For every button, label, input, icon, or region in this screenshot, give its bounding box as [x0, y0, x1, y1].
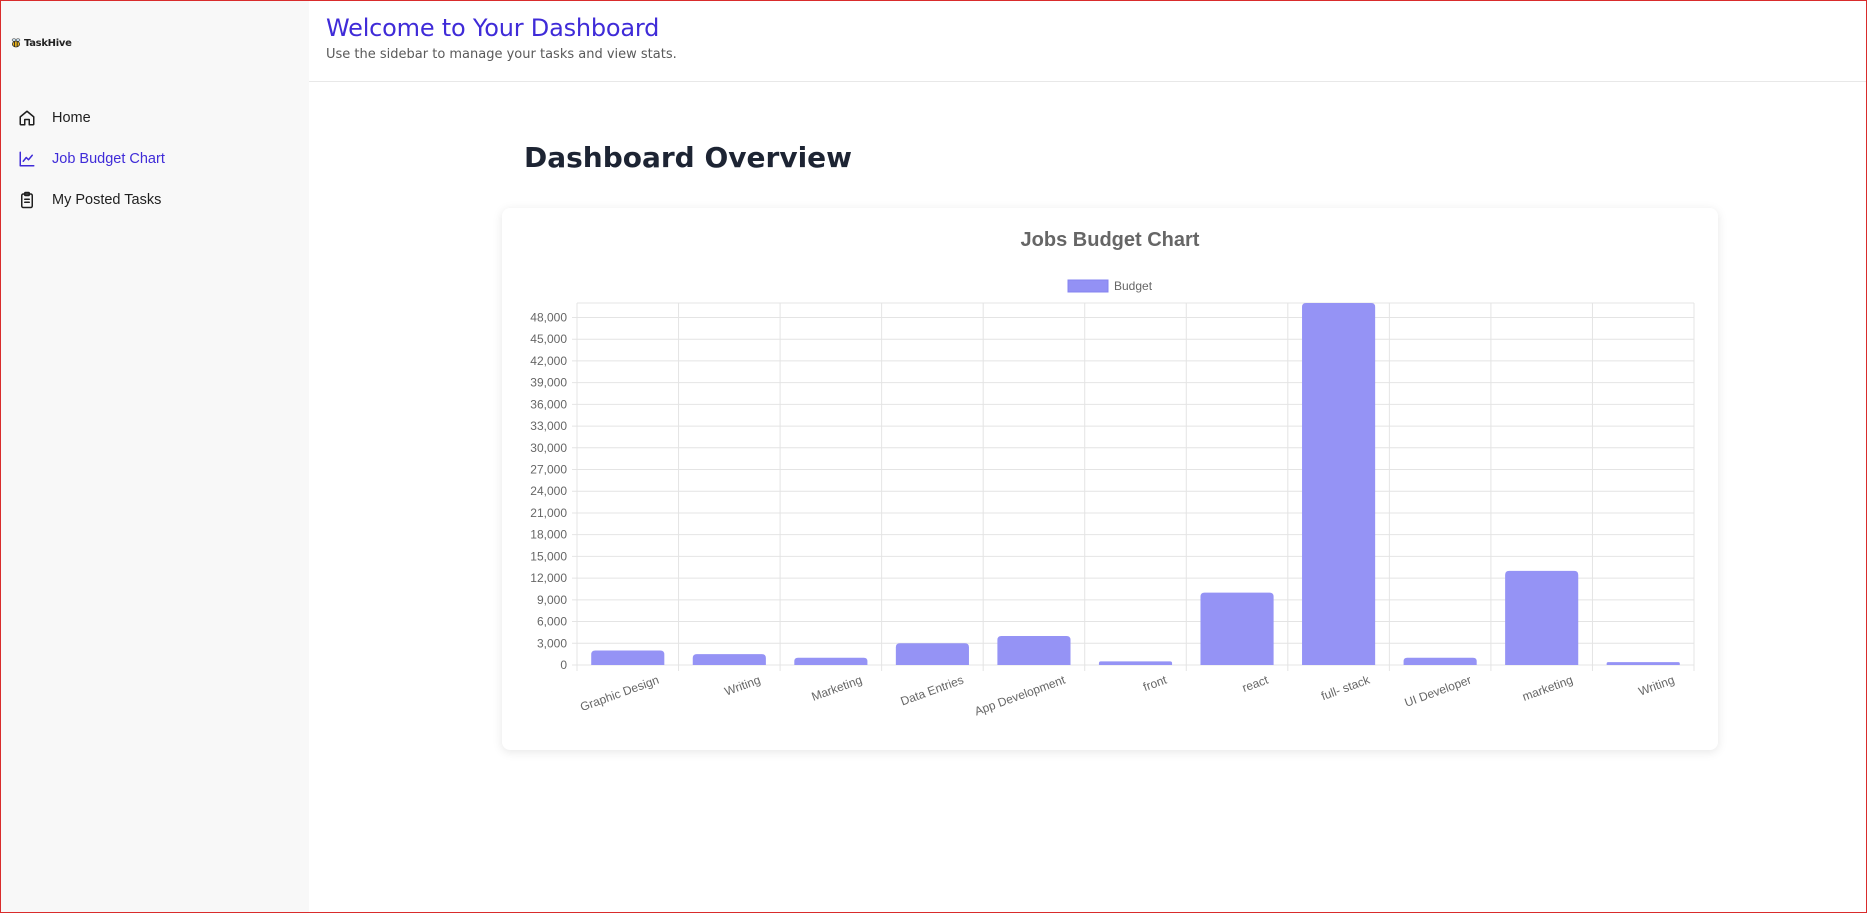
- sidebar-item-label: Job Budget Chart: [52, 150, 165, 167]
- chart-bar: [1606, 662, 1680, 665]
- home-icon: [17, 108, 37, 128]
- sidebar-item-home[interactable]: Home: [1, 97, 309, 138]
- x-tick-label: front: [1141, 672, 1169, 694]
- x-tick-label: Writing: [723, 673, 763, 699]
- line-chart-icon: [17, 149, 37, 169]
- y-tick-label: 24,000: [530, 484, 567, 498]
- x-tick-label: UI Developer: [1403, 673, 1474, 710]
- y-tick-label: 42,000: [530, 354, 567, 368]
- y-tick-label: 27,000: [530, 463, 567, 477]
- sidebar-item-job-budget-chart[interactable]: Job Budget Chart: [1, 138, 309, 179]
- legend-label: Budget: [1114, 279, 1153, 293]
- y-tick-label: 15,000: [530, 549, 567, 563]
- y-tick-label: 18,000: [530, 528, 567, 542]
- x-tick-label: Graphic Design: [578, 673, 661, 714]
- y-tick-label: 21,000: [530, 506, 567, 520]
- y-tick-label: 12,000: [530, 571, 567, 585]
- x-tick-label: react: [1240, 672, 1270, 695]
- y-tick-label: 36,000: [530, 397, 567, 411]
- y-tick-label: 48,000: [530, 310, 567, 324]
- y-tick-label: 33,000: [530, 419, 567, 433]
- legend-swatch: [1067, 279, 1109, 293]
- x-tick-label: marketing: [1520, 673, 1574, 704]
- y-tick-label: 45,000: [530, 332, 567, 346]
- chart-bar: [1505, 570, 1579, 665]
- x-tick-label: Data Entries: [899, 673, 966, 709]
- chart-bar: [794, 657, 868, 665]
- page-header: Welcome to Your Dashboard Use the sideba…: [309, 1, 1866, 82]
- y-tick-label: 30,000: [530, 441, 567, 455]
- sidebar-nav: Home Job Budget Chart My Posted Tasks: [1, 97, 309, 220]
- chart-card: Jobs Budget Chart Budget 0 3,000 6,000 9,000 1…: [502, 208, 1718, 750]
- chart-bar: [591, 650, 665, 665]
- y-tick-label: 3,000: [537, 636, 567, 650]
- app-logo[interactable]: TaskHive: [10, 37, 72, 49]
- sidebar-item-label: Home: [52, 109, 91, 126]
- sidebar-item-label: My Posted Tasks: [52, 191, 162, 208]
- y-tick-label: 0: [560, 658, 567, 672]
- chart-bar: [1098, 661, 1173, 665]
- x-tick-label: Marketing: [810, 673, 864, 704]
- chart-bar: [692, 654, 766, 665]
- y-tick-label: 6,000: [537, 615, 567, 629]
- logo-text: TaskHive: [24, 37, 72, 49]
- y-tick-label: 9,000: [537, 593, 567, 607]
- chart-bar: [1302, 303, 1376, 665]
- chart-bar: [1200, 592, 1274, 665]
- sidebar: TaskHive Home Job Budget Chart My Posted…: [1, 1, 309, 912]
- sidebar-item-my-posted-tasks[interactable]: My Posted Tasks: [1, 179, 309, 220]
- x-tick-label: Writing: [1637, 673, 1677, 699]
- page-title: Welcome to Your Dashboard: [326, 14, 660, 42]
- clipboard-icon: [17, 190, 37, 210]
- chart-bar: [1403, 657, 1477, 665]
- chart-title: Jobs Budget Chart: [1021, 229, 1200, 251]
- y-tick-label: 39,000: [530, 376, 567, 390]
- chart-bar: [895, 643, 969, 665]
- app-window: TaskHive Home Job Budget Chart My Posted…: [0, 0, 1867, 913]
- page-subtitle: Use the sidebar to manage your tasks and…: [326, 47, 677, 62]
- x-tick-label: full- stack: [1319, 672, 1372, 703]
- jobs-budget-chart: Jobs Budget Chart Budget 0 3,000 6,000 9,000 1…: [530, 229, 1695, 718]
- dashboard-overview-title: Dashboard Overview: [523, 141, 853, 174]
- x-tick-label: App Development: [973, 672, 1068, 718]
- bee-icon: [11, 38, 21, 48]
- chart-bar: [997, 636, 1071, 665]
